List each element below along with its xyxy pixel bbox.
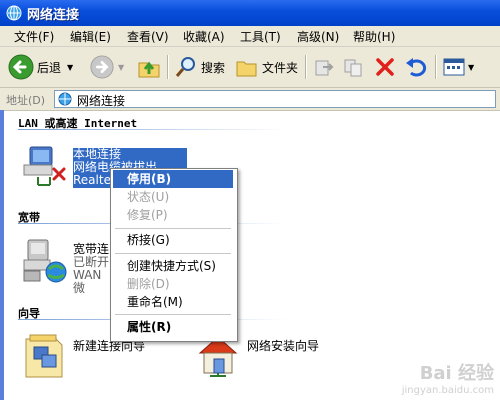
home-network-wizard-label[interactable]: 网络安装向导 [247,340,319,353]
back-label: 后退 [37,60,62,75]
address-value: 网络连接 [77,94,126,108]
menu-advanced[interactable]: 高级(N) [297,28,339,45]
toolbar-separator [305,55,306,79]
up-folder-icon [138,61,160,78]
context-menu: 停用(B) 状态(U) 修复(P) 桥接(G) 创建快捷方式(S) 删除(D) … [110,168,238,342]
back-arrow-icon [8,54,34,80]
undo-icon [406,58,427,77]
watermark-brand: Bai 经验 [419,363,494,384]
toolbar-separator [167,55,168,79]
search-button[interactable]: 搜索 [174,53,225,81]
task-pane-edge [0,110,4,400]
undo-button[interactable] [404,53,428,81]
menu-item-status[interactable]: 状态(U) [113,188,233,206]
menu-item-delete[interactable]: 删除(D) [113,275,233,293]
views-dropdown-icon[interactable]: ▼ [468,63,474,72]
copy-to-icon [344,59,362,77]
menu-bar: 文件(F) 编辑(E) 查看(V) 收藏(A) 工具(T) 高级(N) 帮助(H… [0,26,500,47]
delete-x-icon [376,58,394,76]
forward-dropdown-icon[interactable]: ▼ [118,63,124,72]
move-to-icon [315,60,334,76]
menu-item-rename[interactable]: 重命名(M) [113,293,233,311]
menu-favorites[interactable]: 收藏(A) [183,28,225,45]
menu-item-properties[interactable]: 属性(R) [113,318,233,336]
broadband-connection-label[interactable]: 宽带连 已断开 WAN 微 [73,243,113,295]
delete-button[interactable] [374,53,396,81]
address-label: 地址(D) [6,94,46,107]
menu-item-bridge[interactable]: 桥接(G) [113,231,233,249]
move-to-button[interactable] [313,53,335,81]
menu-file[interactable]: 文件(F) [14,28,54,45]
toolbar-separator [435,55,436,79]
local-connection-icon[interactable] [20,143,68,192]
broadband-connection-icon[interactable] [20,238,70,289]
search-label: 搜索 [201,60,226,75]
forward-arrow-icon [90,55,114,79]
menu-edit[interactable]: 编辑(E) [70,28,111,45]
back-button[interactable]: 后退 ▼ [8,53,73,81]
toolbar: 后退 ▼ ▼ 搜索 文件夹 ▼ [0,47,500,88]
baidu-watermark: Bai 经验 jingyan.baidu.com [402,359,494,396]
window-title: 网络连接 [27,8,80,23]
views-button[interactable]: ▼ [442,53,474,81]
forward-button[interactable]: ▼ [90,53,124,81]
new-connection-wizard-icon[interactable] [22,333,68,384]
menu-separator [115,253,231,254]
broadband-connection-device: WAN 微 [73,268,102,295]
copy-to-button[interactable] [343,53,365,81]
menu-view[interactable]: 查看(V) [127,28,169,45]
menu-tools[interactable]: 工具(T) [240,28,281,45]
menu-item-create-shortcut[interactable]: 创建快捷方式(S) [113,257,233,275]
menu-item-disable[interactable]: 停用(B) [113,170,233,188]
menu-separator [115,314,231,315]
folders-label: 文件夹 [262,60,299,75]
address-bar: 地址(D) 网络连接 [0,88,500,111]
views-icon [443,58,465,76]
network-globe-icon [58,92,72,106]
menu-help[interactable]: 帮助(H) [353,28,395,45]
folders-button[interactable]: 文件夹 [235,53,298,81]
title-bar[interactable]: 网络连接 [0,0,500,26]
menu-separator [115,228,231,229]
network-globe-icon [6,5,22,21]
menu-item-repair[interactable]: 修复(P) [113,206,233,224]
folders-icon [236,61,257,77]
address-input[interactable]: 网络连接 [54,90,496,108]
group-divider [18,129,288,130]
search-icon [175,57,195,77]
up-folder-button[interactable] [136,53,162,81]
watermark-url: jingyan.baidu.com [401,385,494,396]
back-dropdown-icon[interactable]: ▼ [67,63,73,72]
